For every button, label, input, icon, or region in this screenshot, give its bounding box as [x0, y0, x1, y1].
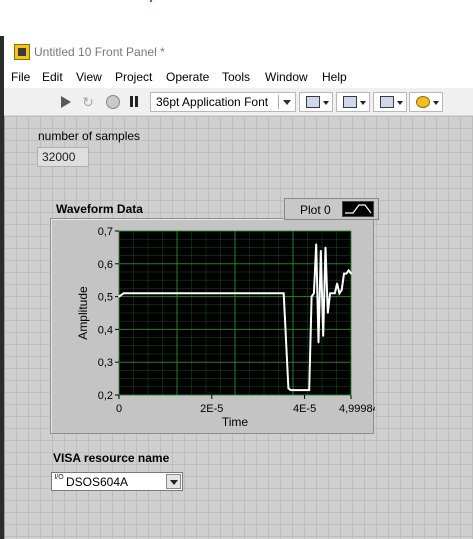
run-continuous-icon[interactable]: ↻ — [78, 92, 98, 112]
menu-window[interactable]: Window — [265, 70, 308, 84]
resize-icon[interactable] — [373, 92, 407, 112]
labview-app-icon — [14, 44, 30, 60]
menu-file[interactable]: File — [11, 70, 30, 84]
y-tick-label: 0,7 — [98, 226, 113, 238]
run-arrow-icon[interactable] — [56, 92, 76, 112]
series-point — [327, 312, 329, 314]
num-samples-label: number of samples — [38, 129, 141, 143]
series-point — [322, 335, 324, 337]
x-axis-label: Time — [222, 415, 249, 429]
series-point — [164, 292, 167, 295]
plot-legend-label: Plot 0 — [300, 203, 331, 217]
menu-edit[interactable]: Edit — [42, 70, 63, 84]
x-tick-label: 2E-5 — [200, 403, 223, 415]
series-point — [333, 292, 336, 295]
font-select[interactable]: 36pt Application Font — [150, 92, 296, 112]
series-point — [315, 243, 318, 245]
series-point — [317, 341, 320, 344]
mark-dot — [150, 0, 152, 2]
window-title: Untitled 10 Front Panel * — [34, 45, 165, 59]
y-tick-label: 0,6 — [98, 259, 113, 271]
series-point — [141, 292, 144, 295]
series-point — [340, 289, 343, 291]
reorder-icon[interactable] — [409, 92, 443, 112]
series-point — [329, 292, 331, 295]
series-point — [303, 389, 306, 391]
series-point — [289, 389, 292, 391]
menu-help[interactable]: Help — [322, 70, 347, 84]
plot-legend[interactable]: Plot 0 — [284, 198, 379, 220]
font-select-label: 36pt Application Font — [156, 95, 269, 109]
series-point — [308, 389, 311, 391]
series-point — [320, 249, 322, 252]
align-icon[interactable] — [299, 92, 333, 112]
x-tick-label: 4E-5 — [293, 403, 316, 415]
series-point — [211, 292, 213, 295]
series-point — [347, 269, 350, 272]
series-point — [282, 292, 285, 295]
series-point — [234, 292, 236, 295]
distribute-icon[interactable] — [336, 92, 370, 112]
y-tick-label: 0,3 — [98, 357, 113, 369]
visa-io-icon: I/O — [54, 474, 64, 481]
series-point — [257, 292, 260, 295]
series-point — [345, 272, 348, 275]
plot-swatch-icon — [342, 201, 374, 217]
series-point — [118, 295, 120, 298]
x-tick-label: 0 — [116, 403, 122, 415]
series-point — [331, 292, 334, 295]
abort-icon[interactable] — [102, 92, 122, 112]
menu-project[interactable]: Project — [115, 70, 152, 84]
series-point — [294, 389, 297, 391]
num-samples-indicator: 32000 — [37, 147, 89, 167]
plot-swatch-svg — [345, 204, 372, 214]
waveform-graph-svg: 0,2 0,3 0,4 0,5 0,6 0,7 0 2E-5 4E-5 4,999844E- Tim… — [76, 226, 375, 429]
menu-view[interactable]: View — [76, 70, 102, 84]
y-tick-label: 0,4 — [98, 324, 113, 336]
series-point — [350, 272, 352, 275]
series-point — [299, 389, 301, 391]
y-tick-label: 0,2 — [98, 390, 113, 402]
visa-resource-control[interactable]: I/O DSOS604A — [51, 472, 183, 491]
chevron-down-icon — [283, 100, 291, 105]
series-point — [287, 387, 290, 390]
series-point — [338, 292, 341, 295]
font-select-divider — [278, 95, 279, 109]
series-point — [324, 246, 327, 249]
graph-label: Waveform Data — [56, 202, 143, 216]
menu-tools[interactable]: Tools — [222, 70, 250, 84]
waveform-graph[interactable]: 0,2 0,3 0,4 0,5 0,6 0,7 0 2E-5 4E-5 4,999844E- Tim… — [50, 218, 375, 434]
pause-icon[interactable] — [124, 92, 144, 112]
visa-dropdown-button[interactable] — [166, 474, 181, 489]
y-axis-label: Amplitude — [76, 286, 90, 340]
panel-border — [4, 116, 5, 539]
menu-operate[interactable]: Operate — [166, 70, 209, 84]
visa-label: VISA resource name — [53, 451, 170, 465]
series-point — [187, 292, 190, 295]
series-point — [336, 282, 338, 285]
x-tick-label: 4,999844E- — [339, 403, 375, 415]
series-point — [343, 272, 345, 275]
series-point — [310, 295, 313, 298]
series-point — [313, 292, 315, 295]
y-tick-label: 0,5 — [98, 292, 113, 304]
series-point — [122, 292, 125, 295]
visa-resource-value: DSOS604A — [66, 475, 129, 489]
top-strip — [0, 0, 473, 36]
num-samples-value: 32000 — [42, 150, 76, 164]
